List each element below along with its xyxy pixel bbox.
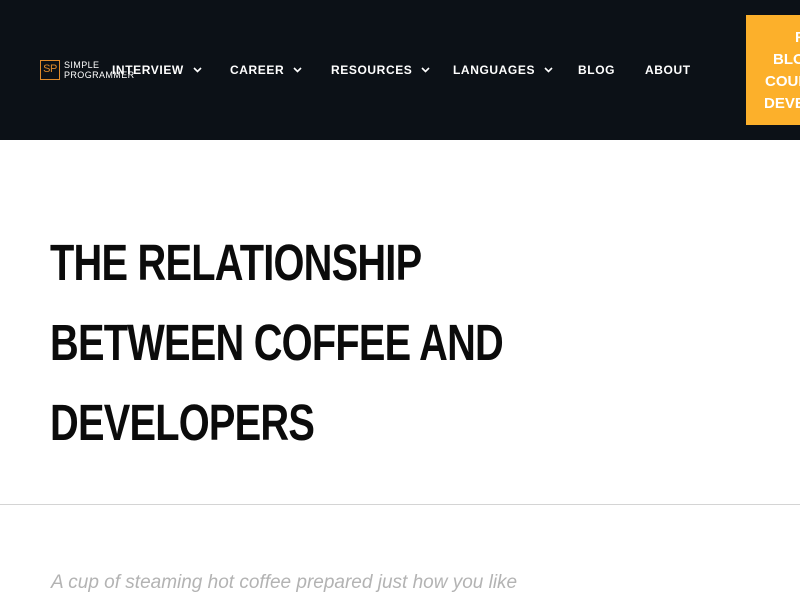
nav-item-label: RESOURCES [331,63,413,77]
nav-item-label: BLOG [578,63,616,77]
title-line: BETWEEN COFFEE AND [50,314,504,371]
free-course-cta-button[interactable]: F BLO COUI DEVE [746,15,800,125]
chevron-down-icon [293,67,302,73]
cta-line: BLO [773,51,800,68]
cta-line: F [795,29,800,46]
nav-item-label: INTERVIEW [112,63,184,77]
section-divider [0,504,800,505]
title-line: DEVELOPERS [50,394,315,451]
nav-item-label: CAREER [230,63,285,77]
nav-item-blog[interactable]: BLOG [578,61,615,79]
site-header: SP SIMPLE PROGRAMMER INTERVIEW CAREER RE… [0,0,800,140]
cta-line: DEVE [764,95,800,112]
chevron-down-icon [544,67,553,73]
nav-item-label: LANGUAGES [453,63,536,77]
logo-mark-icon: SP [40,60,60,80]
article-hero: THE RELATIONSHIP BETWEEN COFFEE AND DEVE… [0,140,800,504]
nav-item-label: ABOUT [645,63,691,77]
nav-item-career[interactable]: CAREER [230,61,302,79]
nav-item-interview[interactable]: INTERVIEW [112,61,202,79]
nav-item-languages[interactable]: LANGUAGES [453,61,553,79]
nav-item-about[interactable]: ABOUT [645,61,691,79]
title-line: THE RELATIONSHIP [50,234,422,291]
chevron-down-icon [193,67,202,73]
image-caption: A cup of steaming hot coffee prepared ju… [51,572,518,593]
cta-line: COUI [765,73,800,90]
page-title: THE RELATIONSHIP BETWEEN COFFEE AND DEVE… [50,223,504,463]
nav-item-resources[interactable]: RESOURCES [331,61,430,79]
page: SP SIMPLE PROGRAMMER INTERVIEW CAREER RE… [0,0,800,600]
chevron-down-icon [421,67,430,73]
